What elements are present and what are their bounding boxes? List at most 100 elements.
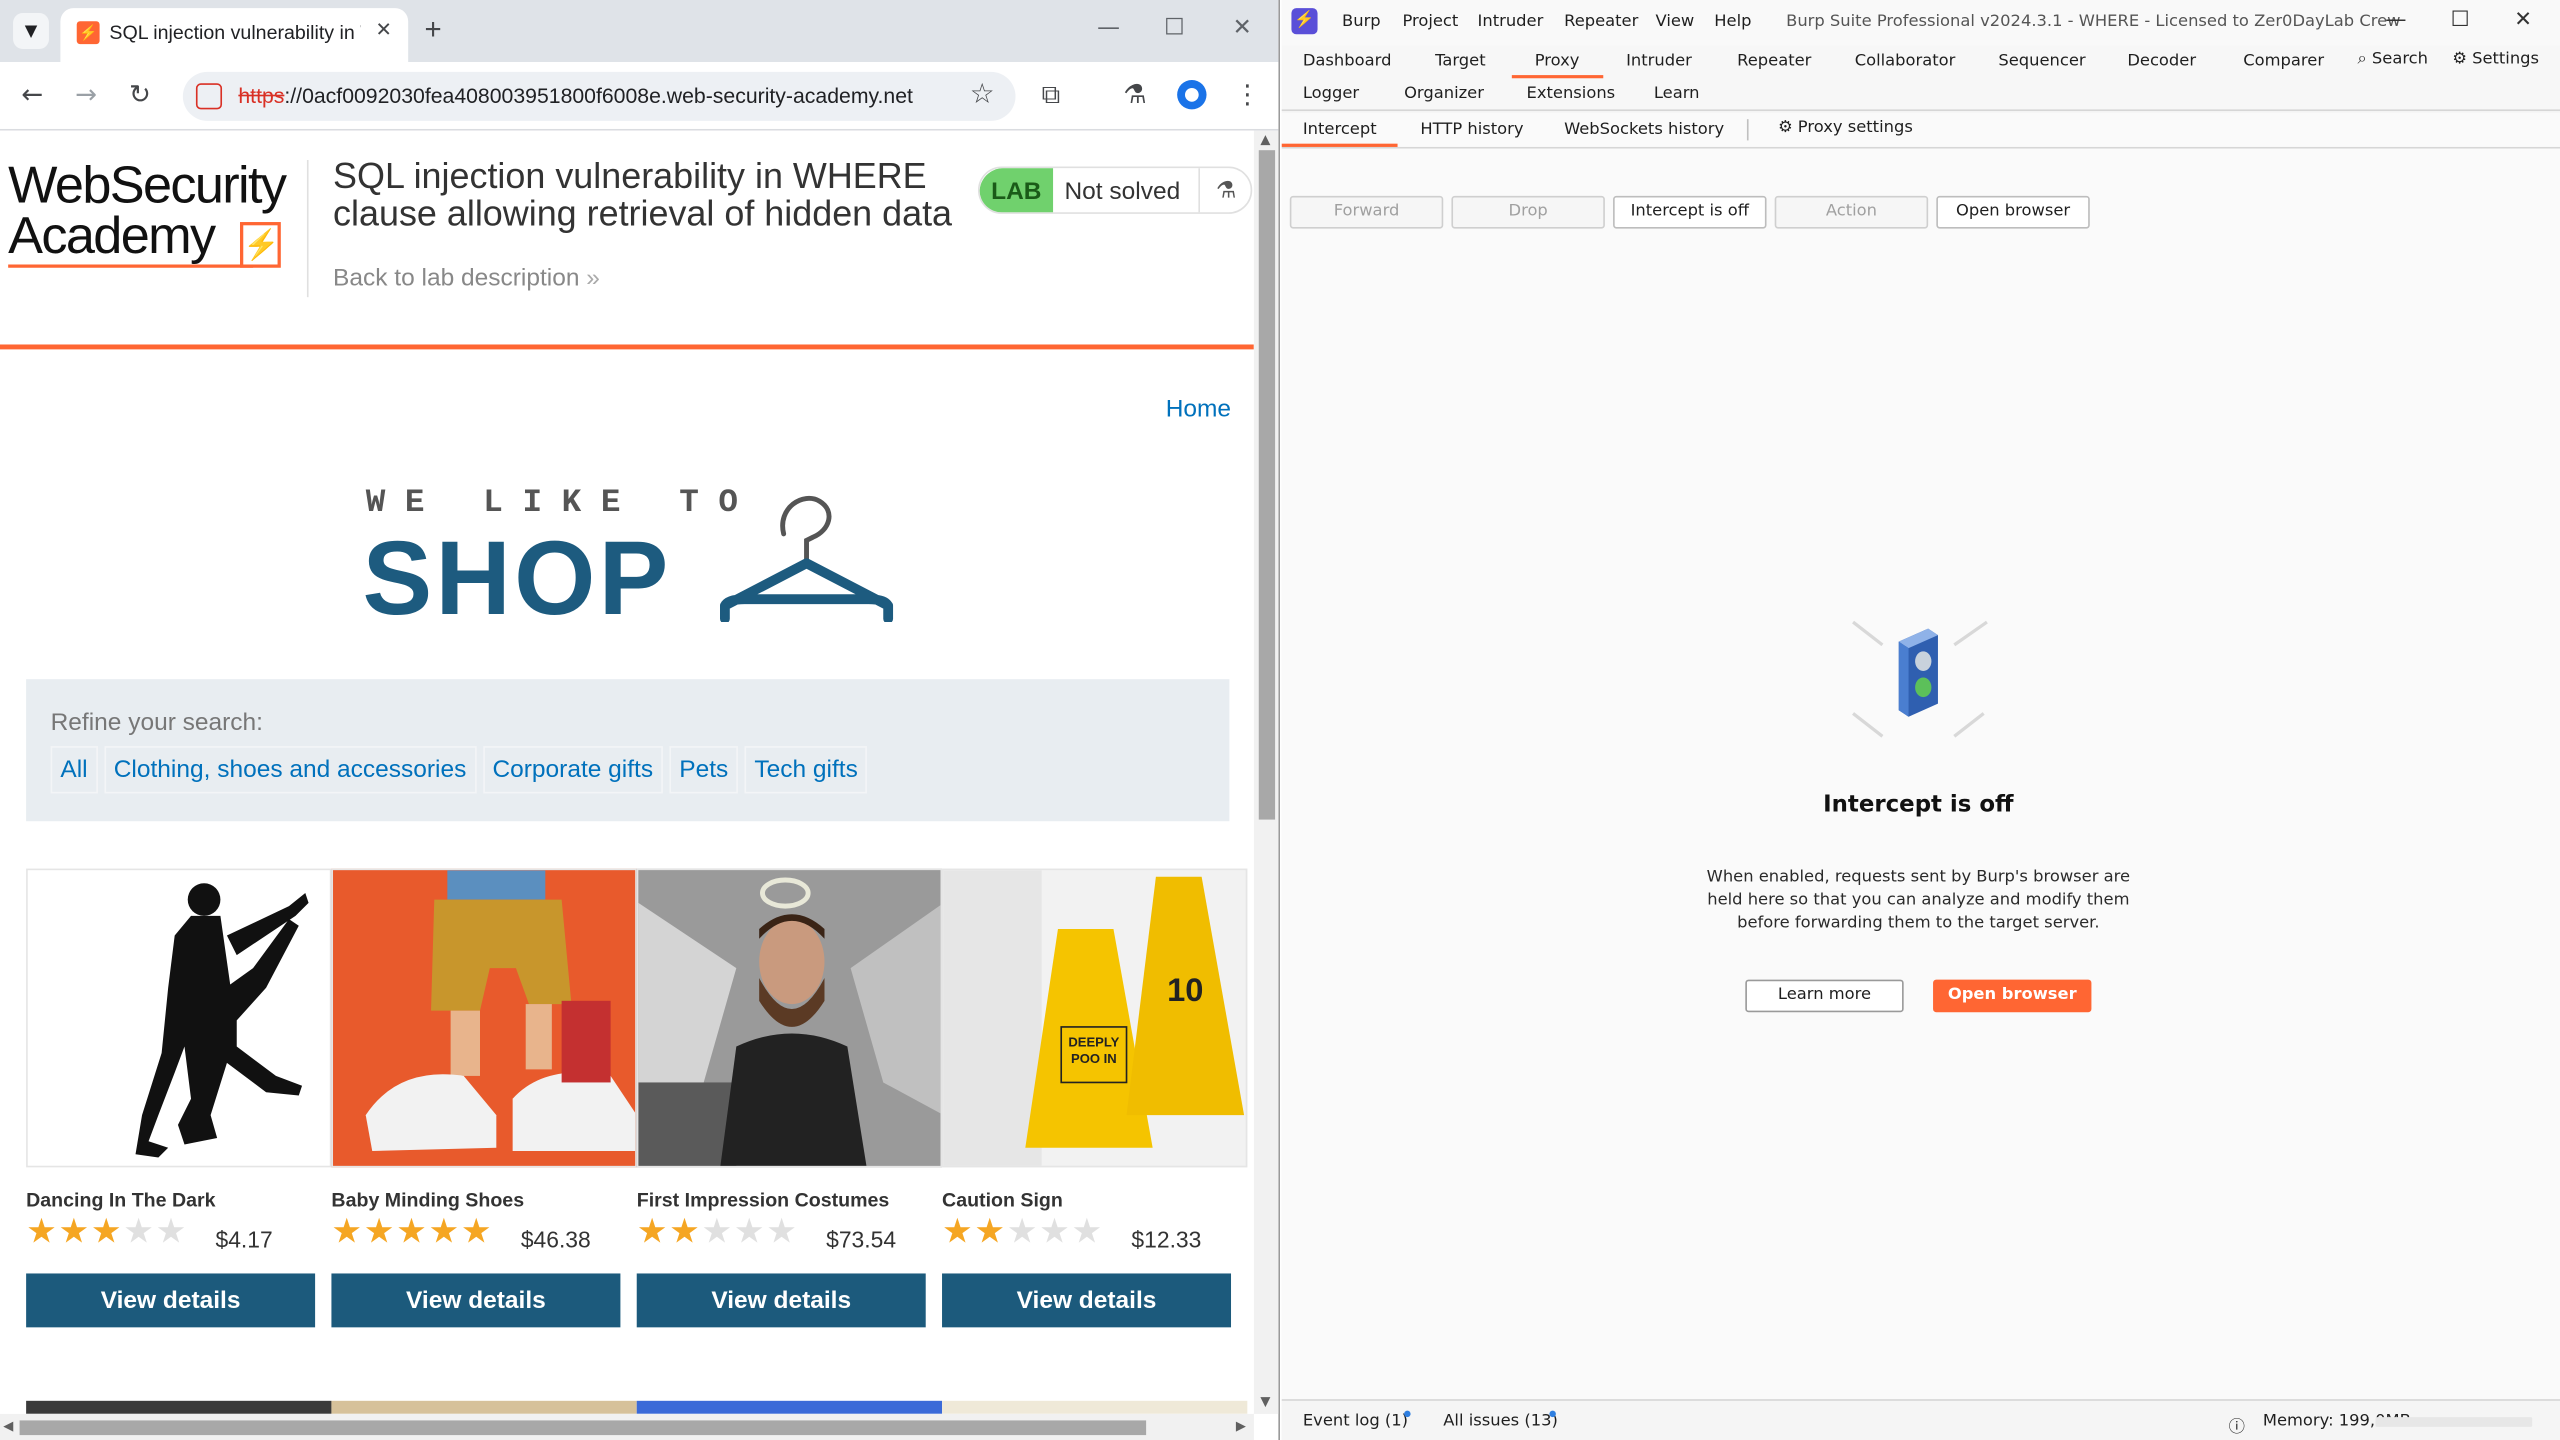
address-bar[interactable]: https://0acf0092030fea408003951800f6008e… bbox=[182, 71, 1016, 121]
browser-tab[interactable]: ⚡ SQL injection vulnerability in WHERE ✕ bbox=[60, 8, 409, 63]
tab-organizer[interactable]: Organizer bbox=[1404, 85, 1484, 103]
gear-icon: ⚙ bbox=[1777, 119, 1793, 138]
profile-avatar-icon[interactable]: ● bbox=[1177, 79, 1207, 110]
extensions-icon[interactable]: ⧉ bbox=[1042, 78, 1061, 111]
burp-titlebar: ⚡ Burp Project Intruder Repeater View He… bbox=[1281, 0, 2560, 46]
tab-extensions[interactable]: Extensions bbox=[1527, 85, 1616, 103]
filter-all[interactable]: All bbox=[50, 746, 98, 794]
tab-sequencer[interactable]: Sequencer bbox=[1998, 52, 2085, 70]
wsa-logo[interactable]: WebSecurity Academy ⚡ bbox=[8, 158, 310, 268]
back-icon[interactable]: ← bbox=[21, 78, 43, 111]
burp-close-icon[interactable]: ✕ bbox=[2514, 8, 2532, 32]
traffic-light-icon bbox=[1852, 620, 1988, 738]
proxy-settings-button[interactable]: ⚙ Proxy settings bbox=[1778, 119, 1913, 137]
product-image[interactable] bbox=[26, 868, 332, 1168]
action-button[interactable]: Action bbox=[1774, 195, 1929, 229]
filter-tech-gifts[interactable]: Tech gifts bbox=[744, 746, 868, 794]
tab-collaborator[interactable]: Collaborator bbox=[1855, 52, 1956, 70]
tab-strip: ▼ ⚡ SQL injection vulnerability in WHERE… bbox=[0, 0, 1279, 63]
menu-view[interactable]: View bbox=[1656, 13, 1695, 31]
vertical-scrollbar[interactable]: ▲ ▼ bbox=[1253, 130, 1279, 1414]
event-log-link[interactable]: Event log (1) bbox=[1303, 1412, 1408, 1430]
url-text[interactable]: https://0acf0092030fea408003951800f6008e… bbox=[238, 83, 913, 107]
all-issues-link[interactable]: All issues (13) bbox=[1443, 1412, 1558, 1430]
view-details-button[interactable]: View details bbox=[331, 1273, 621, 1328]
tab-decoder[interactable]: Decoder bbox=[2127, 52, 2196, 70]
burp-maximize-icon[interactable]: ☐ bbox=[2451, 8, 2470, 32]
burp-status-bar: Event log (1) All issues (13) ⓘ Memory: … bbox=[1281, 1399, 2560, 1440]
open-browser-toolbar-button[interactable]: Open browser bbox=[1936, 195, 2090, 229]
browser-menu-icon[interactable]: ⋮ bbox=[1234, 78, 1260, 111]
product-name: Dancing In The Dark bbox=[26, 1188, 216, 1212]
drop-button[interactable]: Drop bbox=[1451, 195, 1605, 229]
intercept-panel: Forward Drop Intercept is off Action Ope… bbox=[1281, 148, 2560, 1400]
home-link[interactable]: Home bbox=[1166, 395, 1231, 423]
reload-icon[interactable]: ↻ bbox=[129, 78, 151, 111]
burp-search-button[interactable]: ⌕ Search bbox=[2358, 51, 2428, 69]
minimize-icon[interactable]: — bbox=[1097, 15, 1120, 41]
lab-status-text: Not solved bbox=[1064, 177, 1181, 206]
forward-button[interactable]: Forward bbox=[1289, 195, 1444, 229]
svg-text:10: 10 bbox=[1167, 971, 1203, 1008]
labs-flask-icon[interactable]: ⚗ bbox=[1123, 78, 1146, 111]
browser-toolbar: ← → ↻ https://0acf0092030fea408003951800… bbox=[0, 62, 1279, 131]
tab-intruder[interactable]: Intruder bbox=[1626, 52, 1692, 70]
menu-burp[interactable]: Burp bbox=[1342, 13, 1381, 31]
subtab-websockets-history[interactable]: WebSockets history bbox=[1564, 121, 1724, 139]
product-grid: Dancing In The Dark ★★★★★ $4.17 View det… bbox=[26, 868, 1254, 1342]
view-details-button[interactable]: View details bbox=[26, 1273, 316, 1328]
tab-close-icon[interactable]: ✕ bbox=[376, 18, 392, 41]
filter-corporate-gifts[interactable]: Corporate gifts bbox=[482, 746, 663, 794]
menu-intruder[interactable]: Intruder bbox=[1478, 13, 1544, 31]
menu-help[interactable]: Help bbox=[1714, 13, 1751, 31]
product-price: $4.17 bbox=[215, 1226, 273, 1253]
product-name: First Impression Costumes bbox=[636, 1188, 890, 1212]
view-details-button[interactable]: View details bbox=[942, 1273, 1232, 1328]
subtab-intercept[interactable]: Intercept bbox=[1303, 121, 1377, 139]
intercept-toggle-button[interactable]: Intercept is off bbox=[1613, 195, 1767, 229]
back-to-description-link[interactable]: Back to lab description » bbox=[333, 264, 600, 292]
search-icon: ⌕ bbox=[2357, 50, 2367, 69]
close-window-icon[interactable]: ✕ bbox=[1233, 15, 1252, 41]
filter-clothing[interactable]: Clothing, shoes and accessories bbox=[103, 746, 477, 794]
menu-repeater[interactable]: Repeater bbox=[1564, 13, 1638, 31]
vertical-scroll-thumb[interactable] bbox=[1258, 150, 1276, 820]
shoes-image bbox=[333, 870, 636, 1166]
intercept-off-description: When enabled, requests sent by Burp's br… bbox=[1706, 868, 2131, 933]
burp-main-tabs-row2: Logger Organizer Extensions Learn bbox=[1281, 78, 2560, 112]
scroll-down-icon[interactable]: ▼ bbox=[1260, 1394, 1270, 1409]
tab-proxy[interactable]: Proxy bbox=[1535, 52, 1580, 70]
scroll-up-icon[interactable]: ▲ bbox=[1260, 132, 1270, 147]
view-details-button[interactable]: View details bbox=[636, 1273, 926, 1328]
burp-minimize-icon[interactable]: — bbox=[2385, 8, 2406, 32]
bookmark-star-icon[interactable]: ☆ bbox=[970, 78, 995, 111]
product-image[interactable] bbox=[331, 868, 637, 1168]
horizontal-scrollbar[interactable]: ◀ ▶ bbox=[0, 1413, 1254, 1440]
product-image[interactable]: DEEPLY POO IN 10 bbox=[942, 868, 1248, 1168]
tab-dashboard[interactable]: Dashboard bbox=[1303, 52, 1392, 70]
product-image[interactable] bbox=[636, 868, 943, 1168]
maximize-icon[interactable]: ☐ bbox=[1164, 15, 1185, 41]
horizontal-scroll-thumb[interactable] bbox=[19, 1420, 1147, 1436]
scroll-left-icon[interactable]: ◀ bbox=[3, 1419, 13, 1434]
filter-pets[interactable]: Pets bbox=[669, 746, 739, 794]
burp-settings-button[interactable]: ⚙ Settings bbox=[2452, 51, 2539, 69]
learn-more-button[interactable]: Learn more bbox=[1745, 979, 1904, 1013]
shop-logo: WE LIKE TO SHOP bbox=[362, 485, 901, 635]
tab-repeater[interactable]: Repeater bbox=[1737, 52, 1811, 70]
info-icon[interactable]: ⓘ bbox=[2229, 1412, 2245, 1437]
tab-target[interactable]: Target bbox=[1435, 52, 1486, 70]
menu-project[interactable]: Project bbox=[1402, 13, 1458, 31]
forward-icon[interactable]: → bbox=[75, 78, 97, 111]
not-secure-icon[interactable] bbox=[195, 83, 223, 110]
tab-search-dropdown[interactable]: ▼ bbox=[13, 13, 49, 49]
tab-logger[interactable]: Logger bbox=[1303, 85, 1359, 103]
scroll-right-icon[interactable]: ▶ bbox=[1236, 1419, 1246, 1434]
tab-learn[interactable]: Learn bbox=[1654, 85, 1700, 103]
subtab-http-history[interactable]: HTTP history bbox=[1420, 121, 1523, 139]
search-refine-panel: Refine your search: All Clothing, shoes … bbox=[26, 679, 1230, 822]
svg-text:POO IN: POO IN bbox=[1071, 1051, 1117, 1066]
tab-comparer[interactable]: Comparer bbox=[2243, 52, 2324, 70]
new-tab-icon[interactable]: + bbox=[424, 13, 441, 46]
open-browser-button[interactable]: Open browser bbox=[1933, 979, 2092, 1013]
